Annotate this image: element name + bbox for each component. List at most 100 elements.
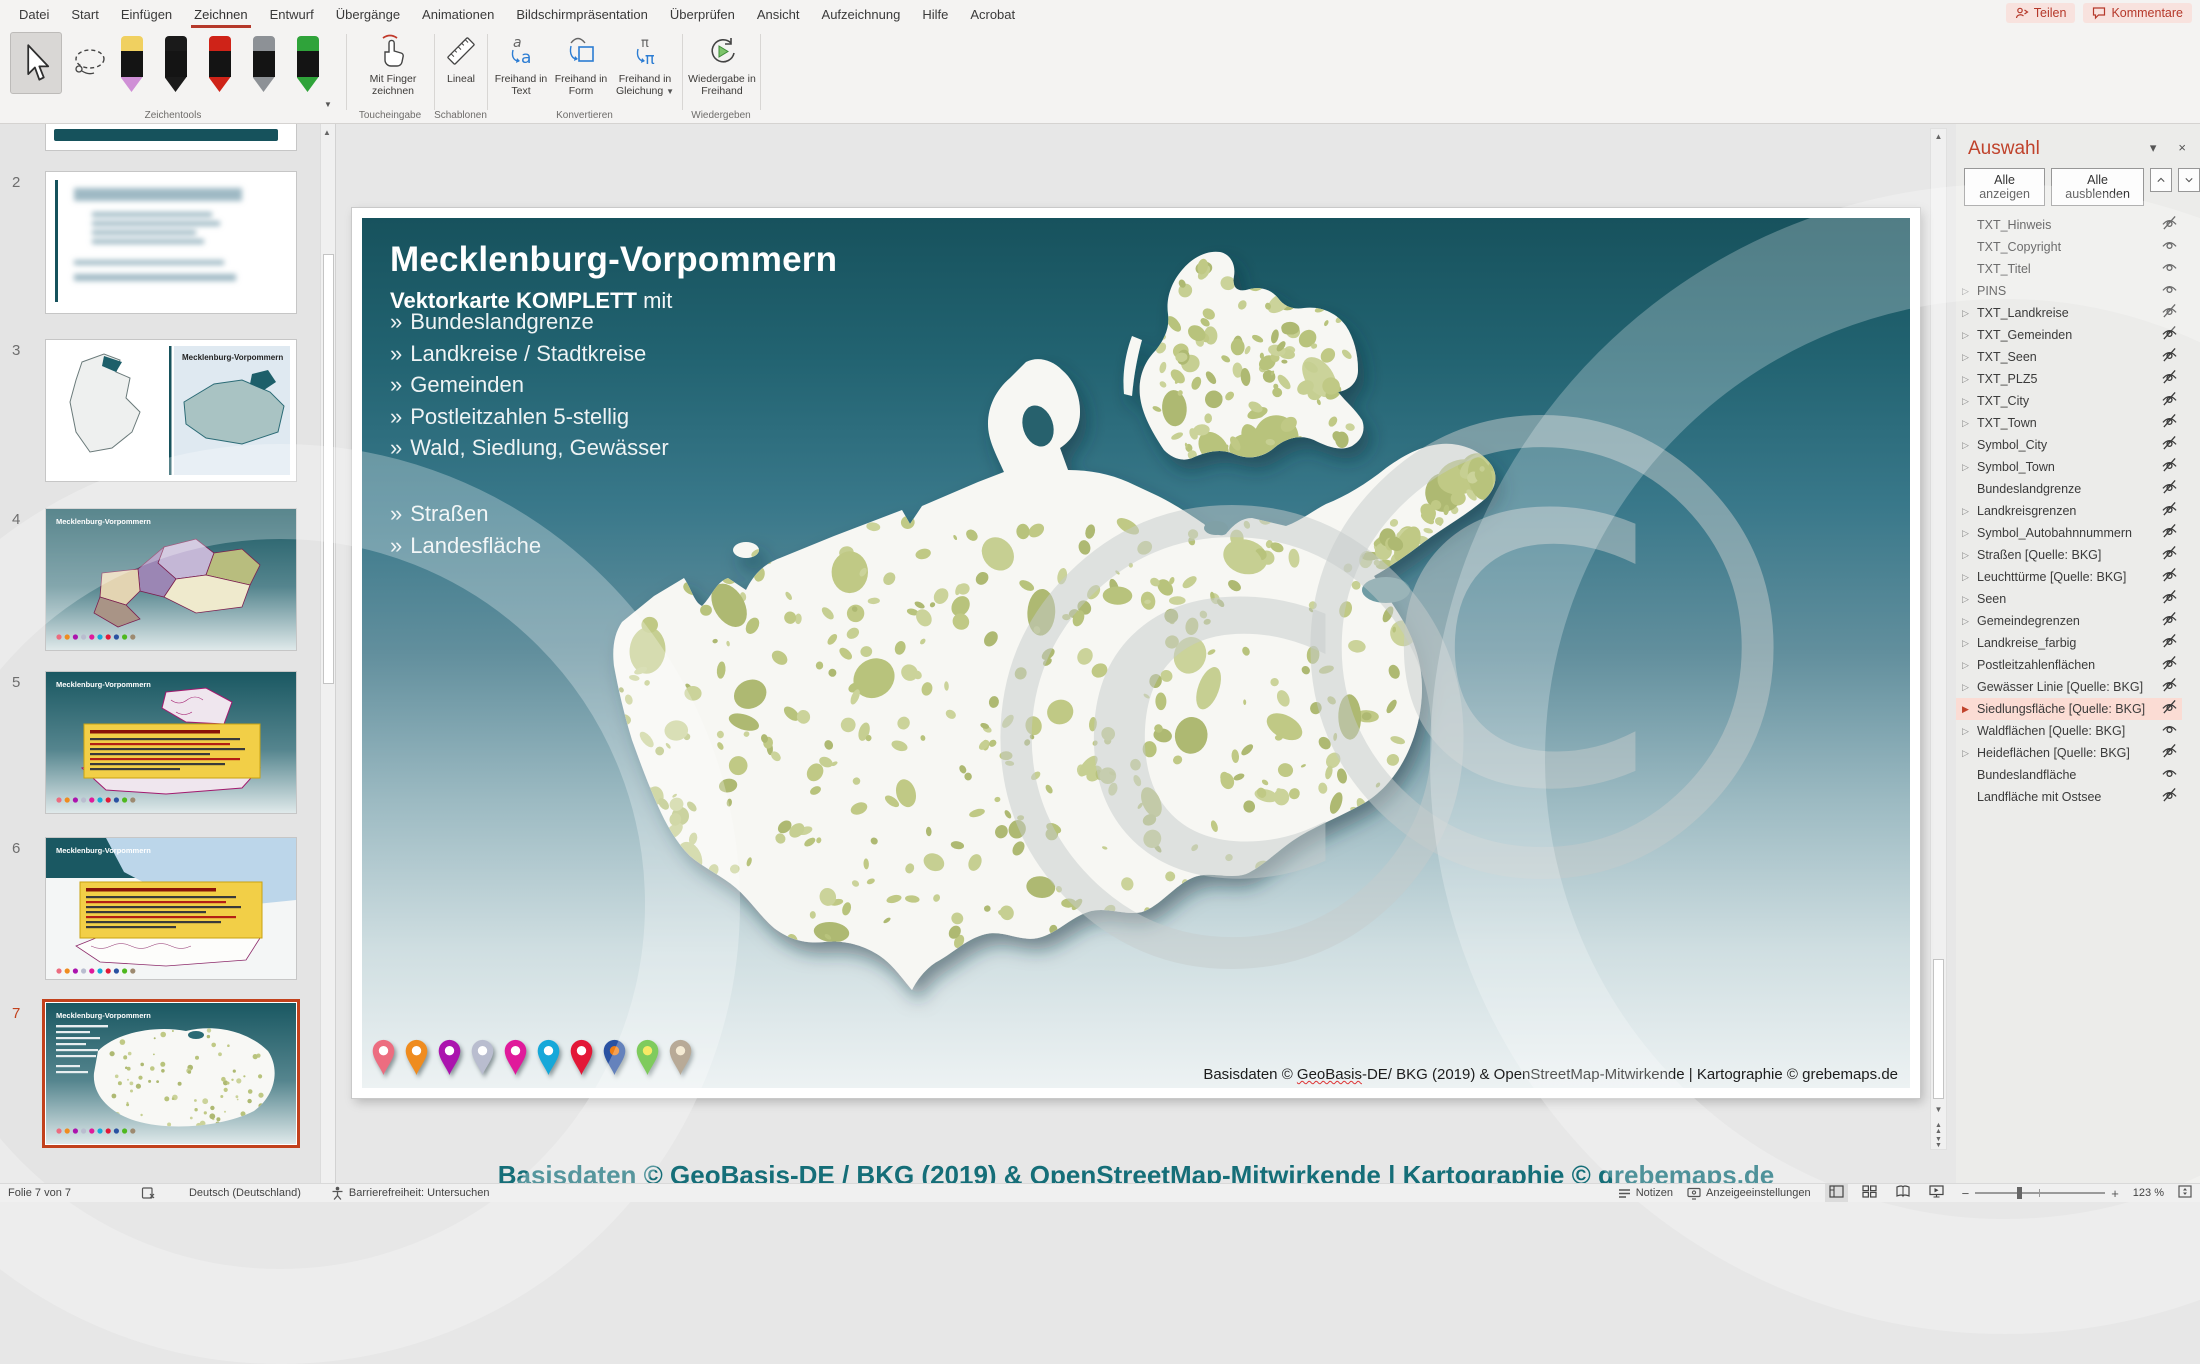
tab-ansicht[interactable]: Ansicht [746, 0, 811, 28]
layer-row-txt-landkreise[interactable]: ▷TXT_Landkreise [1956, 302, 2182, 324]
map-pin-icon-9[interactable] [634, 1038, 661, 1081]
map-pin-icon-2[interactable] [403, 1038, 430, 1081]
scroll-down-icon[interactable]: ▼ [1932, 1105, 1945, 1114]
pen-tool-2[interactable] [162, 36, 189, 98]
slide-copyright[interactable]: Basisdaten © GeoBasis-DE/ BKG (2019) & O… [1203, 1066, 1898, 1083]
visibility-eye-off-icon[interactable] [2160, 303, 2182, 323]
move-up-button[interactable] [2150, 168, 2172, 192]
thumbnail-preview[interactable] [46, 172, 296, 313]
slide-thumbnail-4[interactable]: 4 Mecklenburg-Vorpommern [0, 509, 320, 659]
visibility-eye-off-icon[interactable] [2160, 457, 2182, 477]
pen-gallery-more-icon[interactable]: ▼ [324, 100, 332, 109]
expand-triangle-icon[interactable]: ▷ [1962, 286, 1977, 297]
visibility-eye-off-icon[interactable] [2160, 611, 2182, 631]
tab-einfügen[interactable]: Einfügen [110, 0, 183, 28]
expand-triangle-icon[interactable]: ▷ [1962, 352, 1977, 363]
visibility-eye-off-icon[interactable] [2160, 369, 2182, 389]
notes-button[interactable]: Notizen [1618, 1187, 1673, 1199]
scrollbar-thumb[interactable] [1933, 959, 1944, 1099]
thumbnail-preview[interactable]: Mecklenburg-Vorpommern [46, 509, 296, 650]
visibility-eye-off-icon[interactable] [2160, 545, 2182, 565]
share-button[interactable]: Teilen [2006, 3, 2076, 23]
visibility-eye-off-icon[interactable] [2160, 413, 2182, 433]
slide-thumbnail-5[interactable]: 5 Mecklenburg-Vorpommern [0, 672, 320, 822]
zoom-level[interactable]: 123 % [2133, 1187, 2164, 1199]
layer-row-txt-hinweis[interactable]: TXT_Hinweis [1956, 214, 2182, 236]
visibility-eye-off-icon[interactable] [2160, 787, 2182, 807]
tab-übergänge[interactable]: Übergänge [325, 0, 411, 28]
layer-row-siedlungsfl-che-quelle-bkg-[interactable]: ▶Siedlungsfläche [Quelle: BKG] [1956, 698, 2182, 720]
layer-row-postleitzahlenfl-chen[interactable]: ▷Postleitzahlenflächen [1956, 654, 2182, 676]
normal-view-button[interactable] [1825, 1184, 1848, 1202]
layer-row-bundeslandfl-che[interactable]: Bundeslandfläche [1956, 764, 2182, 786]
layer-row-symbol-autobahnnummern[interactable]: ▷Symbol_Autobahnnummern [1956, 522, 2182, 544]
slide-bullet-list-secondary[interactable]: »Straßen»Landesfläche [390, 498, 541, 561]
ink-to-math-button[interactable]: π π Freihand in Gleichung ▼ [612, 32, 678, 116]
layer-row-pins[interactable]: ▷PINS [1956, 280, 2182, 302]
expand-triangle-icon[interactable]: ▷ [1962, 374, 1977, 385]
move-down-button[interactable] [2178, 168, 2200, 192]
slide-thumbnail-3[interactable]: 3 Mecklenburg-Vorpommern [0, 340, 320, 490]
expand-triangle-icon[interactable]: ▷ [1962, 638, 1977, 649]
layer-row-txt-titel[interactable]: TXT_Titel [1956, 258, 2182, 280]
expand-triangle-icon[interactable]: ▷ [1962, 528, 1977, 539]
visibility-eye-icon[interactable] [2160, 237, 2182, 257]
tab-aufzeichnung[interactable]: Aufzeichnung [811, 0, 912, 28]
hide-all-button[interactable]: Alle ausblenden [2051, 168, 2144, 206]
pen-tool-3[interactable] [206, 36, 233, 98]
thumbnail-scrollbar[interactable]: ▲ [320, 124, 336, 1183]
visibility-eye-icon[interactable] [2160, 721, 2182, 741]
ink-to-shape-button[interactable]: Freihand in Form [552, 32, 610, 116]
visibility-eye-off-icon[interactable] [2160, 435, 2182, 455]
previous-slide-button[interactable]: ▲▲ [1932, 1123, 1945, 1135]
ink-to-text-button[interactable]: a a Freihand in Text [492, 32, 550, 116]
visibility-eye-off-icon[interactable] [2160, 391, 2182, 411]
visibility-eye-off-icon[interactable] [2160, 479, 2182, 499]
visibility-eye-icon[interactable] [2160, 765, 2182, 785]
ink-replay-button[interactable]: Wiedergabe in Freihand [686, 32, 758, 116]
visibility-eye-off-icon[interactable] [2160, 677, 2182, 697]
thumbnail-preview[interactable]: Mecklenburg-Vorpommern [46, 672, 296, 813]
expand-triangle-icon[interactable]: ▷ [1962, 748, 1977, 759]
select-tool-button[interactable] [10, 32, 62, 94]
map-pin-icon-1[interactable] [370, 1038, 397, 1081]
slide-sorter-view-button[interactable] [1858, 1184, 1881, 1202]
expand-triangle-icon[interactable]: ▷ [1962, 396, 1977, 407]
pen-tool-4[interactable] [250, 36, 277, 98]
tab-bildschirmpräsentation[interactable]: Bildschirmpräsentation [505, 0, 659, 28]
expand-triangle-icon[interactable]: ▷ [1962, 462, 1977, 473]
visibility-eye-off-icon[interactable] [2160, 589, 2182, 609]
layer-row-landfl-che-mit-ostsee[interactable]: Landfläche mit Ostsee [1956, 786, 2182, 808]
visibility-eye-off-icon[interactable] [2160, 501, 2182, 521]
display-settings-button[interactable]: Anzeigeeinstellungen [1687, 1187, 1811, 1200]
expand-triangle-icon[interactable]: ▷ [1962, 440, 1977, 451]
visibility-eye-icon[interactable] [2160, 259, 2182, 279]
scrollbar-thumb[interactable] [323, 254, 334, 684]
thumbnail-preview[interactable]: Mecklenburg-Vorpommern [46, 1003, 296, 1144]
visibility-eye-off-icon[interactable] [2160, 325, 2182, 345]
visibility-eye-off-icon[interactable] [2160, 347, 2182, 367]
proofing-status-icon[interactable] [141, 1186, 155, 1200]
slide-indicator[interactable]: Folie 7 von 7 [8, 1187, 71, 1199]
scroll-up-icon[interactable]: ▲ [1932, 132, 1945, 141]
layer-row-stra-en-quelle-bkg-[interactable]: ▷Straßen [Quelle: BKG] [1956, 544, 2182, 566]
visibility-eye-off-icon[interactable] [2160, 655, 2182, 675]
reading-view-button[interactable] [1891, 1184, 1915, 1202]
map-pin-icon-3[interactable] [436, 1038, 463, 1081]
ruler-button[interactable]: Lineal [436, 32, 486, 116]
tab-start[interactable]: Start [60, 0, 109, 28]
map-pin-row[interactable] [370, 1038, 694, 1081]
visibility-eye-off-icon[interactable] [2160, 633, 2182, 653]
layer-row-txt-city[interactable]: ▷TXT_City [1956, 390, 2182, 412]
thumbnail-preview[interactable]: Mecklenburg-Vorpommern [46, 340, 296, 481]
pen-tool-5[interactable] [294, 36, 321, 98]
tab-zeichnen[interactable]: Zeichnen [183, 0, 258, 28]
visibility-eye-off-icon[interactable] [2160, 699, 2182, 719]
tab-animationen[interactable]: Animationen [411, 0, 505, 28]
map-pin-icon-5[interactable] [502, 1038, 529, 1081]
expand-triangle-icon[interactable]: ▷ [1962, 330, 1977, 341]
layer-row-heidefl-chen-quelle-bkg-[interactable]: ▷Heideflächen [Quelle: BKG] [1956, 742, 2182, 764]
layer-row-gemeindegrenzen[interactable]: ▷Gemeindegrenzen [1956, 610, 2182, 632]
map-pin-icon-4[interactable] [469, 1038, 496, 1081]
tab-überprüfen[interactable]: Überprüfen [659, 0, 746, 28]
